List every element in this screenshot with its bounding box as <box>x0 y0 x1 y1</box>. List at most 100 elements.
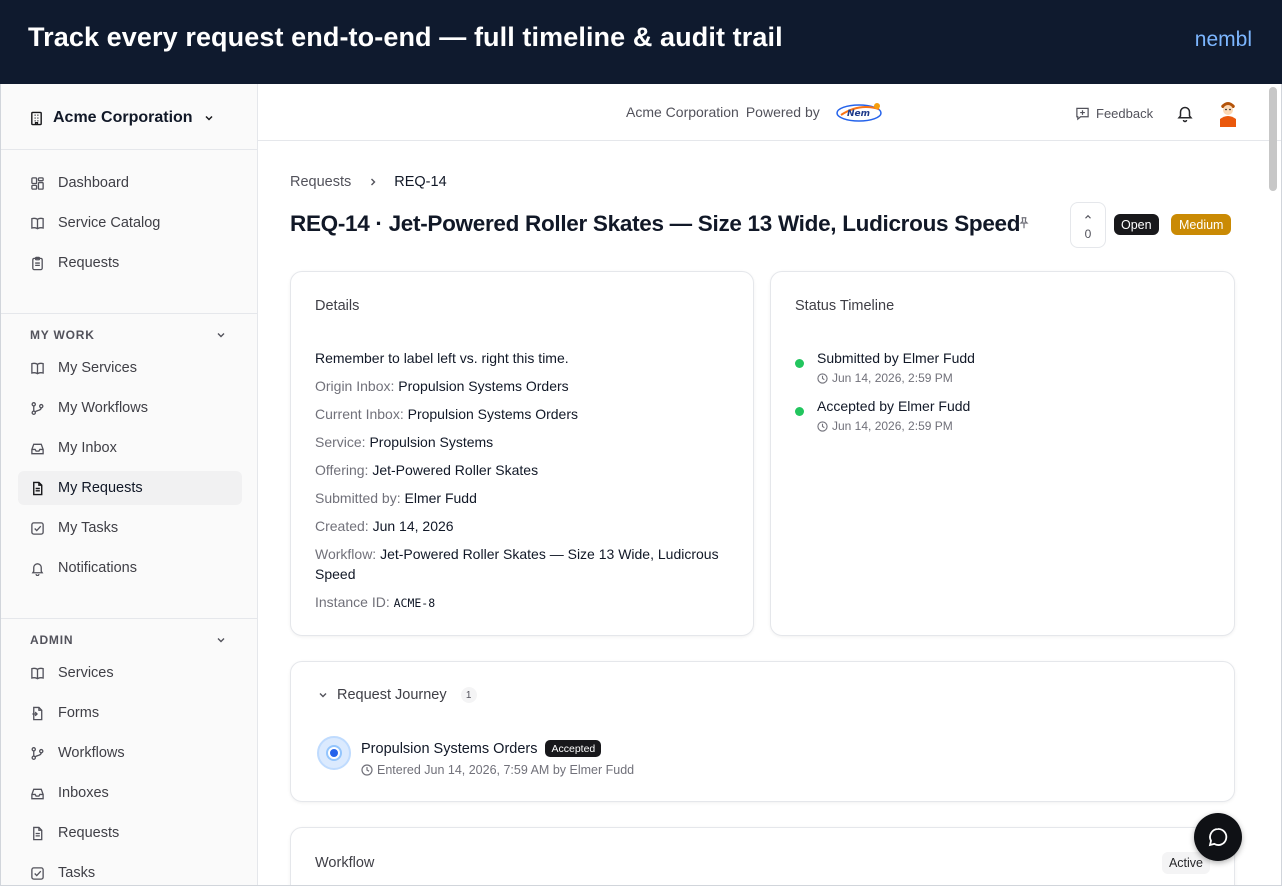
org-switcher[interactable]: Acme Corporation <box>29 106 217 130</box>
breadcrumb-requests-link[interactable]: Requests <box>290 174 351 190</box>
sidebar-item-my-requests[interactable]: My Requests <box>18 471 242 505</box>
feedback-button[interactable]: Feedback <box>1075 103 1153 123</box>
dashboard-icon <box>30 176 45 191</box>
task-check-icon <box>30 521 45 536</box>
details-heading: Details <box>315 298 360 314</box>
chevron-up-icon <box>1081 210 1096 225</box>
sidebar-divider <box>1 313 257 314</box>
journey-stop-dot <box>328 747 340 759</box>
detail-origin-inbox: Origin Inbox: Propulsion Systems Orders <box>315 376 735 396</box>
detail-submitted-by: Submitted by: Elmer Fudd <box>315 488 735 508</box>
sidebar-item-forms[interactable]: Forms <box>18 696 242 730</box>
sidebar-item-tasks[interactable]: Tasks <box>18 856 242 885</box>
sidebar-item-label: My Requests <box>58 480 143 496</box>
detail-label: Service: <box>315 434 366 450</box>
details-note: Remember to label left vs. right this ti… <box>315 350 569 366</box>
detail-instance-id: Instance ID: ACME-8 <box>315 592 735 613</box>
sidebar-item-label: Requests <box>58 825 120 841</box>
clipboard-icon <box>30 256 45 271</box>
details-list: Remember to label left vs. right this ti… <box>315 348 735 621</box>
time-value: Jun 14, 2026, 2:59 PM <box>832 371 953 385</box>
sidebar-item-notifications[interactable]: Notifications <box>18 551 242 585</box>
sidebar-divider <box>1 149 257 150</box>
detail-label: Offering: <box>315 462 369 478</box>
sidebar: Acme Corporation Dashboard Service Catal… <box>1 84 258 885</box>
detail-created: Created: Jun 14, 2026 <box>315 516 735 536</box>
workflow-card: Workflow Active <box>290 827 1235 885</box>
chevron-right-icon <box>365 175 380 190</box>
notifications-bell-icon[interactable] <box>1176 103 1194 123</box>
breadcrumb-current: REQ-14 <box>394 174 447 190</box>
chevron-down-icon <box>317 688 329 703</box>
journey-stop-marker <box>317 736 351 770</box>
chevron-down-icon <box>202 111 217 126</box>
user-avatar[interactable] <box>1213 97 1243 127</box>
sidebar-item-label: My Services <box>58 360 137 376</box>
clock-icon <box>817 420 828 432</box>
journey-heading: Request Journey <box>337 687 447 703</box>
sidebar-item-label: My Workflows <box>58 400 148 416</box>
journey-stop-name: Propulsion Systems Orders <box>361 740 538 757</box>
main-content: Acme Corporation Powered by Nem Feedback… <box>258 84 1281 885</box>
status-badge: Open <box>1114 214 1159 235</box>
sidebar-item-my-workflows[interactable]: My Workflows <box>18 391 242 425</box>
message-plus-icon <box>1075 106 1090 121</box>
sidebar-item-my-inbox[interactable]: My Inbox <box>18 431 242 465</box>
sidebar-item-dashboard[interactable]: Dashboard <box>18 166 242 200</box>
detail-service: Service: Propulsion Systems <box>315 432 735 452</box>
journey-toggle[interactable]: Request Journey 1 <box>317 687 477 703</box>
sidebar-item-requests[interactable]: Requests <box>18 246 242 280</box>
detail-value: Jet-Powered Roller Skates <box>372 462 539 478</box>
sidebar-item-service-catalog[interactable]: Service Catalog <box>18 206 242 240</box>
sidebar-item-label: Service Catalog <box>58 215 161 231</box>
detail-value: Jet-Powered Roller Skates — Size 13 Wide… <box>315 546 719 582</box>
bell-icon <box>30 561 45 576</box>
sidebar-divider <box>1 618 257 619</box>
banner-brand: nembl <box>1194 28 1252 51</box>
powered-by-label: Powered by <box>745 104 820 120</box>
form-icon <box>30 706 45 721</box>
detail-current-inbox: Current Inbox: Propulsion Systems Orders <box>315 404 735 424</box>
chat-button[interactable] <box>1194 813 1242 861</box>
request-journey-card: Request Journey 1 Propulsion Systems Ord… <box>290 661 1235 802</box>
detail-label: Submitted by: <box>315 490 401 506</box>
sidebar-item-my-services[interactable]: My Services <box>18 351 242 385</box>
section-toggle-my-work[interactable]: MY WORK <box>30 326 228 344</box>
book-icon <box>30 361 45 376</box>
app-window: Acme Corporation Dashboard Service Catal… <box>0 84 1282 886</box>
section-heading: MY WORK <box>30 328 95 342</box>
clock-icon <box>817 372 828 384</box>
detail-label: Created: <box>315 518 369 534</box>
feedback-label: Feedback <box>1096 105 1154 121</box>
powered-by: Acme Corporation Powered by Nem <box>626 98 885 126</box>
timeline-event-time: Jun 14, 2026, 2:59 PM <box>817 371 953 385</box>
detail-value: Elmer Fudd <box>404 490 477 506</box>
sidebar-item-inboxes[interactable]: Inboxes <box>18 776 242 810</box>
journey-stop-entered: Entered Jun 14, 2026, 7:59 AM by Elmer F… <box>361 763 634 777</box>
sidebar-item-label: Forms <box>58 705 100 721</box>
sidebar-item-workflows[interactable]: Workflows <box>18 736 242 770</box>
chat-bubble-icon <box>1207 826 1229 848</box>
detail-value: ACME-8 <box>393 596 436 610</box>
sidebar-item-services[interactable]: Services <box>18 656 242 690</box>
sidebar-item-label: Tasks <box>58 865 96 881</box>
sidebar-item-label: My Tasks <box>58 520 119 536</box>
upvote-button[interactable]: 0 <box>1070 202 1106 248</box>
sidebar-item-admin-requests[interactable]: Requests <box>18 816 242 850</box>
nembl-logo-icon: Nem <box>833 100 885 124</box>
journey-status-badge: Accepted <box>545 740 602 757</box>
detail-value: Propulsion Systems <box>369 434 494 450</box>
breadcrumb: Requests REQ-14 <box>290 174 447 190</box>
priority-badge: Medium <box>1171 214 1232 235</box>
org-name: Acme Corporation <box>53 109 193 126</box>
workflow-icon <box>30 401 45 416</box>
pin-icon[interactable] <box>1017 216 1033 232</box>
chevron-down-icon <box>213 328 228 343</box>
detail-offering: Offering: Jet-Powered Roller Skates <box>315 460 735 480</box>
sidebar-item-my-tasks[interactable]: My Tasks <box>18 511 242 545</box>
detail-label: Instance ID: <box>315 594 390 610</box>
section-toggle-admin[interactable]: ADMIN <box>30 631 228 649</box>
sidebar-item-label: Workflows <box>58 745 125 761</box>
page-scrollbar[interactable] <box>1269 87 1277 191</box>
top-bar: Acme Corporation Powered by Nem Feedback <box>258 84 1281 191</box>
